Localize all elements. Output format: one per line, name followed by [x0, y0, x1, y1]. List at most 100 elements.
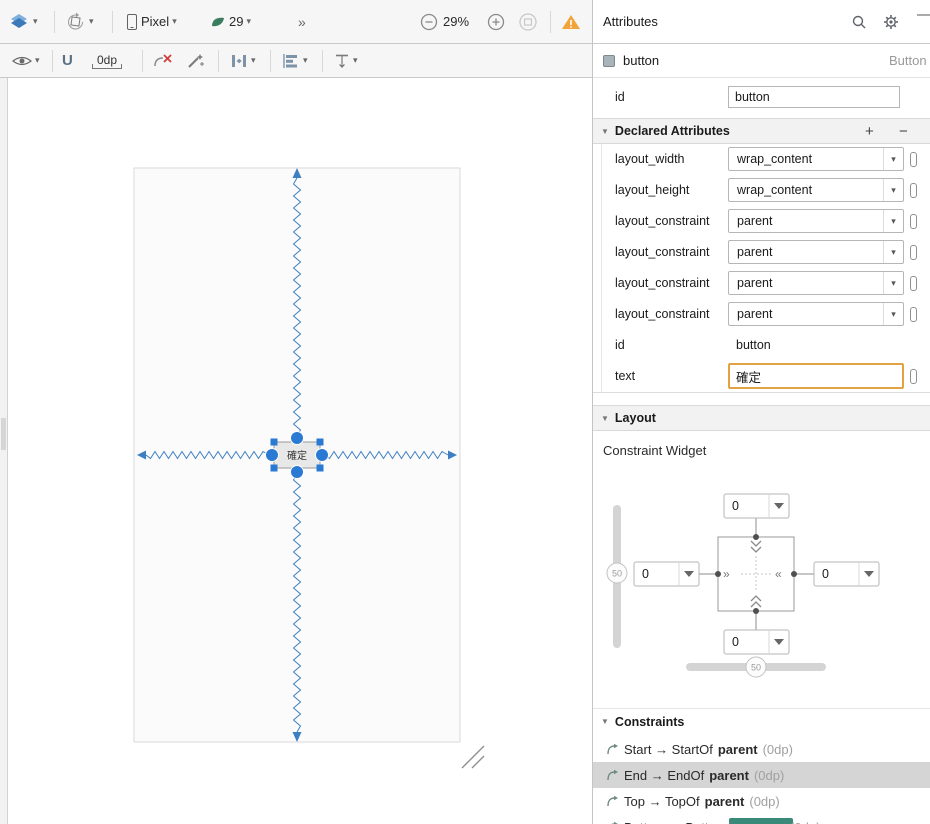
- attribute-value: parent: [737, 307, 773, 321]
- margin-top-combo[interactable]: 0: [723, 493, 790, 519]
- anchor-top[interactable]: [290, 431, 304, 445]
- resource-picker-icon[interactable]: [910, 183, 917, 198]
- infer-constraints-button[interactable]: [186, 44, 206, 77]
- guidelines-button[interactable]: ▾: [334, 44, 358, 77]
- attribute-row: text: [593, 361, 930, 392]
- default-margin-value: 0dp: [92, 53, 123, 69]
- eye-icon: [12, 56, 32, 65]
- constraint-combo[interactable]: parent ▾: [728, 271, 904, 295]
- constraint-widget[interactable]: 50 50 » « 0 0 0 0: [605, 480, 905, 685]
- guideline-icon: [336, 54, 348, 68]
- constraint-margin: (0dp): [753, 767, 785, 783]
- vertical-bias-value: 50: [612, 569, 622, 579]
- remove-attribute-button[interactable]: −: [899, 119, 908, 145]
- declared-attributes-header[interactable]: ▼ Declared Attributes + −: [593, 118, 930, 144]
- zoom-level-label: 29%: [443, 14, 470, 29]
- anchor-bottom[interactable]: [290, 465, 304, 479]
- chevron-down-icon[interactable]: ▾: [883, 210, 903, 232]
- chevron-down-icon[interactable]: ▾: [883, 272, 903, 294]
- chevron-down-icon[interactable]: ▾: [883, 241, 903, 263]
- resource-picker-icon[interactable]: [910, 276, 917, 291]
- constraint-combo[interactable]: parent ▾: [728, 209, 904, 233]
- api-level-selector[interactable]: 29 ▾: [210, 0, 251, 43]
- text-attribute-input[interactable]: [728, 363, 904, 389]
- zoom-level-indicator: 29%: [443, 0, 469, 43]
- tool-window-tab[interactable]: [1, 418, 6, 450]
- zoom-out-button[interactable]: [420, 0, 438, 43]
- toolbar-separator: [218, 49, 219, 72]
- zoom-in-icon: [487, 13, 505, 30]
- attribute-row: layout_constraint parent ▾: [593, 268, 930, 299]
- attribute-name: layout_constraint: [615, 276, 710, 290]
- resource-picker-icon[interactable]: [910, 369, 917, 384]
- design-surface[interactable]: 確定: [0, 78, 592, 824]
- default-margin-button[interactable]: 0dp: [92, 44, 123, 77]
- pack-button[interactable]: ▾: [230, 44, 256, 77]
- phone-icon: [127, 13, 137, 30]
- toolbar-separator: [54, 10, 55, 33]
- layout-width-combo[interactable]: wrap_content ▾: [728, 147, 904, 171]
- resource-picker-icon[interactable]: [910, 214, 917, 229]
- constraint-item-end[interactable]: End → EndOf parent (0dp): [593, 762, 930, 788]
- orientation-button[interactable]: ▾: [66, 0, 94, 43]
- design-surface-button[interactable]: ▾: [8, 0, 38, 43]
- attribute-row: id button: [593, 330, 930, 361]
- add-attribute-button[interactable]: +: [865, 119, 874, 145]
- resource-picker-icon[interactable]: [910, 152, 917, 167]
- toolbar-overflow-button[interactable]: »: [298, 0, 306, 43]
- minimize-icon[interactable]: —: [917, 6, 930, 23]
- constraint-target: parent: [717, 741, 758, 757]
- constraints-section-title: Constraints: [614, 714, 685, 729]
- id-field-row: id: [593, 80, 930, 114]
- layout-section-header[interactable]: ▼ Layout: [593, 405, 930, 431]
- constraint-item-start[interactable]: Start → StartOf parent (0dp): [593, 736, 930, 762]
- selected-component-row[interactable]: button Button: [593, 44, 930, 78]
- attribute-row: layout_height wrap_content ▾: [593, 175, 930, 206]
- section-collapse-icon[interactable]: ▼: [601, 414, 609, 423]
- constraint-link-icon: [610, 821, 618, 824]
- anchor-left[interactable]: [265, 448, 279, 462]
- section-collapse-icon[interactable]: ▼: [601, 717, 609, 726]
- chevron-down-icon[interactable]: ▾: [883, 148, 903, 170]
- autoconnect-toggle[interactable]: U: [62, 44, 73, 77]
- clear-constraints-button[interactable]: [152, 44, 174, 77]
- chevron-down-icon: ▾: [35, 55, 40, 65]
- constraints-section-header[interactable]: ▼ Constraints: [593, 708, 930, 734]
- device-label: Pixel: [141, 14, 170, 29]
- margin-right-combo[interactable]: 0: [813, 561, 880, 587]
- device-selector[interactable]: Pixel ▾: [126, 0, 177, 43]
- chevron-down-icon[interactable]: ▾: [883, 179, 903, 201]
- scrollbar-thumb[interactable]: [729, 818, 793, 824]
- view-options-button[interactable]: ▾: [12, 44, 40, 77]
- left-constraint-chevrons[interactable]: »: [723, 567, 730, 581]
- resource-picker-icon[interactable]: [910, 245, 917, 260]
- constraint-combo[interactable]: parent ▾: [728, 302, 904, 326]
- margin-left-value: 0: [642, 567, 649, 581]
- constraint-text: Top → TopOf: [624, 793, 700, 809]
- zoom-to-fit-button[interactable]: [518, 0, 538, 43]
- layout-height-combo[interactable]: wrap_content ▾: [728, 178, 904, 202]
- constraint-combo[interactable]: parent ▾: [728, 240, 904, 264]
- margin-bottom-combo[interactable]: 0: [723, 629, 790, 655]
- margin-left-combo[interactable]: 0: [633, 561, 700, 587]
- chevron-down-icon[interactable]: ▾: [883, 303, 903, 325]
- attribute-name: text: [615, 369, 636, 383]
- section-collapse-icon[interactable]: ▼: [601, 127, 609, 136]
- anchor-right[interactable]: [315, 448, 329, 462]
- search-icon[interactable]: [851, 14, 867, 33]
- resource-picker-icon[interactable]: [910, 307, 917, 322]
- zoom-in-button[interactable]: [487, 0, 505, 43]
- canvas-resize-handle[interactable]: [461, 745, 485, 769]
- gear-icon[interactable]: [883, 14, 899, 33]
- id-input[interactable]: [728, 86, 900, 108]
- align-button[interactable]: ▾: [282, 44, 308, 77]
- constraint-link-icon: [607, 769, 618, 780]
- warning-icon: [562, 14, 580, 29]
- attribute-value: parent: [737, 245, 773, 259]
- right-constraint-chevrons[interactable]: «: [775, 567, 782, 581]
- attribute-row: layout_constraint parent ▾: [593, 237, 930, 268]
- constraint-item-top[interactable]: Top → TopOf parent (0dp): [593, 788, 930, 814]
- declared-attributes-title: Declared Attributes: [614, 124, 730, 138]
- pack-icon: [232, 54, 246, 67]
- warnings-button[interactable]: [561, 0, 581, 43]
